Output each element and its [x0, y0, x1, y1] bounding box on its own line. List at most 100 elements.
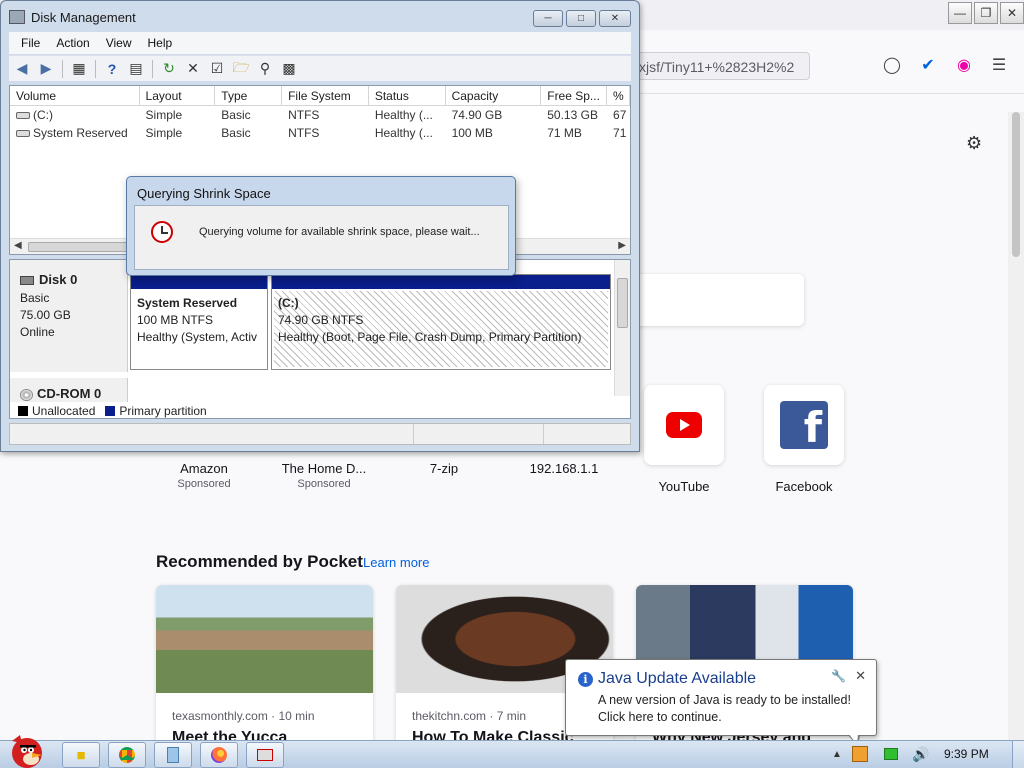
angry-bird-start-icon[interactable]	[2, 733, 52, 768]
partition-system-reserved[interactable]: System Reserved 100 MB NTFS Healthy (Sys…	[130, 274, 268, 370]
hamburger-menu-icon[interactable]: ☰	[988, 54, 1010, 76]
java-update-notification[interactable]: i Java Update Available A new version of…	[565, 659, 877, 747]
primary-partition-swatch	[105, 406, 116, 416]
menu-help[interactable]: Help	[140, 36, 181, 50]
column-free-space[interactable]: Free Sp...	[541, 86, 608, 105]
refresh-icon[interactable]: ↻	[159, 59, 179, 79]
free-space-cell: 50.13 GB	[547, 108, 598, 122]
column-type[interactable]: Type	[215, 86, 283, 105]
extension-icon[interactable]: ◉	[953, 54, 975, 76]
settings-icon[interactable]: ▩	[279, 59, 299, 79]
vertical-scrollbar[interactable]	[614, 260, 630, 396]
open-folder-icon[interactable]: 🗁	[231, 59, 251, 79]
top-site-label: YouTube	[658, 479, 710, 494]
wrench-icon[interactable]: 🔧	[831, 669, 846, 683]
chrome-icon	[119, 747, 135, 763]
close-icon[interactable]: ✕	[855, 668, 866, 684]
taskbar-chrome[interactable]	[108, 742, 146, 768]
taskbar-explorer[interactable]: ■	[62, 742, 100, 768]
volume-cell: (C:)	[10, 106, 140, 124]
close-icon[interactable]: ✕	[1000, 2, 1024, 24]
partition-size: 100 MB NTFS	[137, 313, 214, 327]
column-capacity[interactable]: Capacity	[446, 86, 542, 105]
table-row[interactable]: System Reserved Simple Basic NTFS Health…	[10, 124, 630, 142]
top-site-label: 192.168.1.1	[529, 461, 599, 476]
pocket-heading: Recommended by Pocket	[156, 552, 363, 571]
forward-icon[interactable]: ▶	[36, 59, 56, 79]
minimize-icon[interactable]: ─	[533, 10, 563, 27]
menu-file[interactable]: File	[13, 36, 48, 50]
properties-icon[interactable]: ▤	[126, 59, 146, 79]
search-icon[interactable]: ⚲	[255, 59, 275, 79]
window-title: Disk Management	[9, 7, 136, 27]
cdrom-info[interactable]: CD-ROM 0	[10, 378, 128, 404]
status-pane	[414, 424, 544, 444]
column-status[interactable]: Status	[369, 86, 446, 105]
checklist-icon[interactable]: ☑	[207, 59, 227, 79]
help-icon[interactable]: ?	[102, 59, 122, 79]
taskbar-firefox[interactable]	[200, 742, 238, 768]
scroll-thumb[interactable]	[617, 278, 628, 328]
minimize-icon[interactable]: —	[948, 2, 972, 24]
vpn-check-icon[interactable]: ✔	[917, 54, 939, 76]
layout-cell: Simple	[145, 108, 183, 122]
status-cell: Healthy (...	[374, 108, 433, 122]
column-file-system[interactable]: File System	[282, 86, 369, 105]
window-controls: ─ □ ✕	[533, 10, 631, 27]
clock[interactable]: 9:39 PM	[944, 747, 989, 761]
taskbar: ■ ▲ 🔊 9:39 PM	[0, 735, 1024, 768]
dialog-body: Querying volume for available shrink spa…	[134, 205, 509, 270]
disk-management-icon	[257, 749, 273, 761]
close-icon[interactable]: ✕	[599, 10, 631, 27]
status-bar	[9, 423, 631, 445]
java-tray-icon[interactable]	[852, 746, 868, 762]
menu-action[interactable]: Action	[48, 36, 97, 50]
search-box[interactable]	[620, 274, 804, 326]
back-icon[interactable]: ◀	[12, 59, 32, 79]
show-desktop-button[interactable]	[1012, 741, 1024, 768]
volume-icon[interactable]: 🔊	[912, 746, 929, 763]
cdrom-name: CD-ROM 0	[37, 386, 102, 401]
table-row[interactable]: (C:) Simple Basic NTFS Healthy (... 74.9…	[10, 106, 630, 124]
toolbar-separator	[62, 59, 63, 78]
network-icon[interactable]	[884, 748, 898, 760]
info-icon: i	[578, 672, 593, 687]
console-tree-icon[interactable]: ▦	[69, 59, 89, 79]
column-percent-free[interactable]: %	[607, 86, 630, 105]
pocket-card[interactable]: texasmonthly.com · 10 min Meet the Yucca	[156, 585, 373, 745]
card-image	[156, 585, 373, 693]
notification-message[interactable]: A new version of Java is ready to be ins…	[598, 692, 851, 726]
scroll-left-icon[interactable]: ◀	[14, 240, 22, 251]
top-site-youtube[interactable]: YouTube	[629, 385, 739, 494]
maximize-icon[interactable]: □	[566, 10, 596, 27]
restore-icon[interactable]: ❐	[974, 2, 998, 24]
gear-icon[interactable]: ⚙	[966, 133, 982, 154]
page-scrollbar[interactable]	[1008, 112, 1024, 740]
column-layout[interactable]: Layout	[140, 86, 216, 105]
menu-view[interactable]: View	[98, 36, 140, 50]
taskbar-app[interactable]	[154, 742, 192, 768]
partition-status: Healthy (Boot, Page File, Crash Dump, Pr…	[278, 330, 582, 344]
column-volume[interactable]: Volume	[10, 86, 140, 105]
volume-name: System Reserved	[33, 126, 128, 140]
scroll-thumb[interactable]	[1012, 112, 1020, 257]
toolbar: ◀ ▶ ▦ ? ▤ ↻ ✕ ☑ 🗁 ⚲ ▩	[9, 55, 631, 81]
url-bar[interactable]: xjsf/Tiny11+%2823H2%2	[630, 52, 810, 80]
taskbar-disk-management[interactable]	[246, 742, 284, 768]
youtube-icon	[644, 385, 724, 465]
status-pane	[10, 424, 414, 444]
tray-expand-icon[interactable]: ▲	[832, 749, 842, 760]
filesystem-cell: NTFS	[288, 126, 320, 140]
top-site-facebook[interactable]: f Facebook	[749, 385, 859, 494]
scroll-thumb[interactable]	[28, 242, 138, 252]
learn-more-link[interactable]: Learn more	[363, 555, 429, 570]
disk-0-info[interactable]: Disk 0 Basic 75.00 GB Online	[10, 260, 128, 372]
top-site-label: Amazon	[180, 461, 228, 476]
delete-icon[interactable]: ✕	[183, 59, 203, 79]
scroll-right-icon[interactable]: ▶	[618, 240, 626, 251]
type-cell: Basic	[221, 126, 251, 140]
window-title-text: Disk Management	[31, 9, 136, 25]
filesystem-cell: NTFS	[288, 108, 320, 122]
pocket-icon[interactable]: ◯	[881, 54, 903, 76]
partition-c[interactable]: (C:) 74.90 GB NTFS Healthy (Boot, Page F…	[271, 274, 611, 370]
